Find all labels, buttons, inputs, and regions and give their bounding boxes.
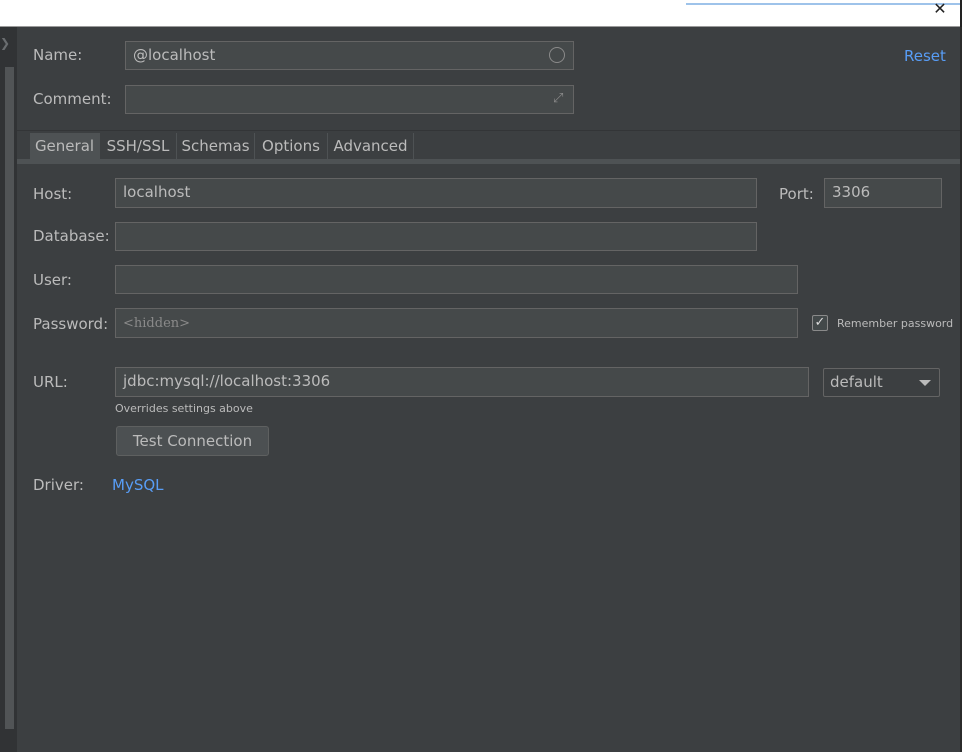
- database-field[interactable]: [115, 222, 757, 251]
- remember-password-label[interactable]: Remember password: [837, 317, 953, 330]
- driver-link[interactable]: MySQL: [112, 476, 164, 494]
- tab-advanced[interactable]: Advanced: [328, 133, 414, 159]
- comment-label: Comment:: [33, 90, 112, 108]
- user-label: User:: [33, 271, 72, 289]
- password-placeholder: <hidden>: [123, 316, 191, 331]
- database-label: Database:: [33, 227, 110, 245]
- color-circle-icon[interactable]: [549, 47, 565, 63]
- url-label: URL:: [33, 373, 68, 391]
- name-field[interactable]: @localhost: [125, 41, 574, 70]
- tab-general[interactable]: General: [30, 133, 100, 159]
- reset-link[interactable]: Reset: [904, 47, 946, 65]
- host-label: Host:: [33, 185, 73, 203]
- name-value: @localhost: [133, 46, 216, 64]
- url-mode-select[interactable]: default: [823, 368, 940, 397]
- tab-schemas[interactable]: Schemas: [177, 133, 255, 159]
- focus-line: [686, 3, 962, 5]
- password-label: Password:: [33, 315, 109, 333]
- url-value: jdbc:mysql://localhost:3306: [123, 372, 331, 390]
- remember-password-checkbox[interactable]: ✓: [812, 315, 828, 331]
- port-value: 3306: [832, 183, 871, 201]
- title-strip: ✕: [0, 0, 962, 27]
- side-gutter: ❯: [0, 27, 17, 752]
- host-value: localhost: [123, 183, 191, 201]
- tab-ssh-ssl[interactable]: SSH/SSL: [100, 133, 177, 159]
- driver-label: Driver:: [33, 476, 84, 494]
- expand-icon[interactable]: ⤢: [553, 86, 563, 112]
- chevron-down-icon: [919, 380, 931, 386]
- name-label: Name:: [33, 46, 83, 64]
- port-field[interactable]: 3306: [824, 178, 942, 208]
- close-icon[interactable]: ✕: [930, 0, 950, 18]
- url-field[interactable]: jdbc:mysql://localhost:3306: [115, 367, 809, 397]
- user-field[interactable]: [115, 265, 798, 294]
- tab-options[interactable]: Options: [255, 133, 328, 159]
- chevron-right-icon[interactable]: ❯: [0, 36, 10, 50]
- comment-field[interactable]: ⤢: [125, 85, 574, 114]
- url-mode-value: default: [830, 373, 883, 391]
- url-hint: Overrides settings above: [115, 402, 253, 415]
- tab-underline: [17, 159, 960, 164]
- gutter-scrollbar[interactable]: [5, 67, 14, 729]
- port-label: Port:: [779, 185, 814, 203]
- test-connection-button[interactable]: Test Connection: [116, 426, 269, 456]
- password-field[interactable]: <hidden>: [115, 308, 798, 338]
- host-field[interactable]: localhost: [115, 178, 757, 208]
